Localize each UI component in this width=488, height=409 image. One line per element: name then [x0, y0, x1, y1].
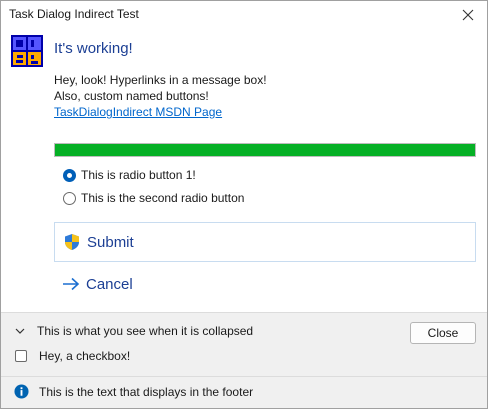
submit-label: Submit [87, 233, 134, 251]
content-text-line-1: Hey, look! Hyperlinks in a message box! [54, 73, 267, 87]
expando-text: This is what you see when it is collapse… [37, 324, 254, 338]
radio-button-2[interactable]: This is the second radio button [63, 191, 244, 205]
radio-label-1: This is radio button 1! [81, 168, 196, 182]
msdn-hyperlink[interactable]: TaskDialogIndirect MSDN Page [54, 105, 222, 119]
content-text-line-2: Also, custom named buttons! [54, 89, 209, 103]
close-window-button[interactable] [457, 4, 479, 26]
cancel-command-link[interactable]: Cancel [54, 264, 476, 304]
main-instruction: It's working! [54, 40, 133, 57]
verification-checkbox-row[interactable]: Hey, a checkbox! [15, 349, 130, 363]
chevron-down-icon [15, 328, 25, 334]
cancel-label: Cancel [86, 275, 133, 293]
window-title: Task Dialog Indirect Test [9, 7, 139, 21]
uac-shield-icon [65, 234, 79, 250]
close-icon [462, 9, 474, 21]
radio-circle-checked[interactable] [63, 168, 76, 182]
progress-bar-fill [55, 144, 475, 156]
footer: This is the text that displays in the fo… [14, 384, 253, 399]
radio-label-2: This is the second radio button [81, 191, 245, 205]
qb64-logo-icon [11, 35, 43, 67]
dialog-footer-area: This is what you see when it is collapse… [1, 312, 487, 408]
verification-checkbox[interactable] [15, 350, 27, 362]
footer-divider [1, 376, 487, 377]
expando-toggle[interactable]: This is what you see when it is collapse… [15, 324, 253, 338]
checkbox-label: Hey, a checkbox! [39, 349, 131, 363]
radio-button-1[interactable]: This is radio button 1! [63, 168, 196, 182]
submit-command-link[interactable]: Submit [54, 222, 476, 262]
main-content: It's working! Hey, look! Hyperlinks in a… [1, 29, 487, 312]
info-icon [14, 384, 29, 399]
close-button[interactable]: Close [410, 322, 476, 344]
title-bar: Task Dialog Indirect Test [1, 1, 487, 29]
progress-bar [54, 143, 476, 157]
task-dialog-window: Task Dialog Indirect Test It's working! … [0, 0, 488, 409]
footer-text: This is the text that displays in the fo… [39, 384, 254, 399]
arrow-right-icon [63, 277, 80, 291]
radio-circle-unchecked[interactable] [63, 191, 76, 205]
